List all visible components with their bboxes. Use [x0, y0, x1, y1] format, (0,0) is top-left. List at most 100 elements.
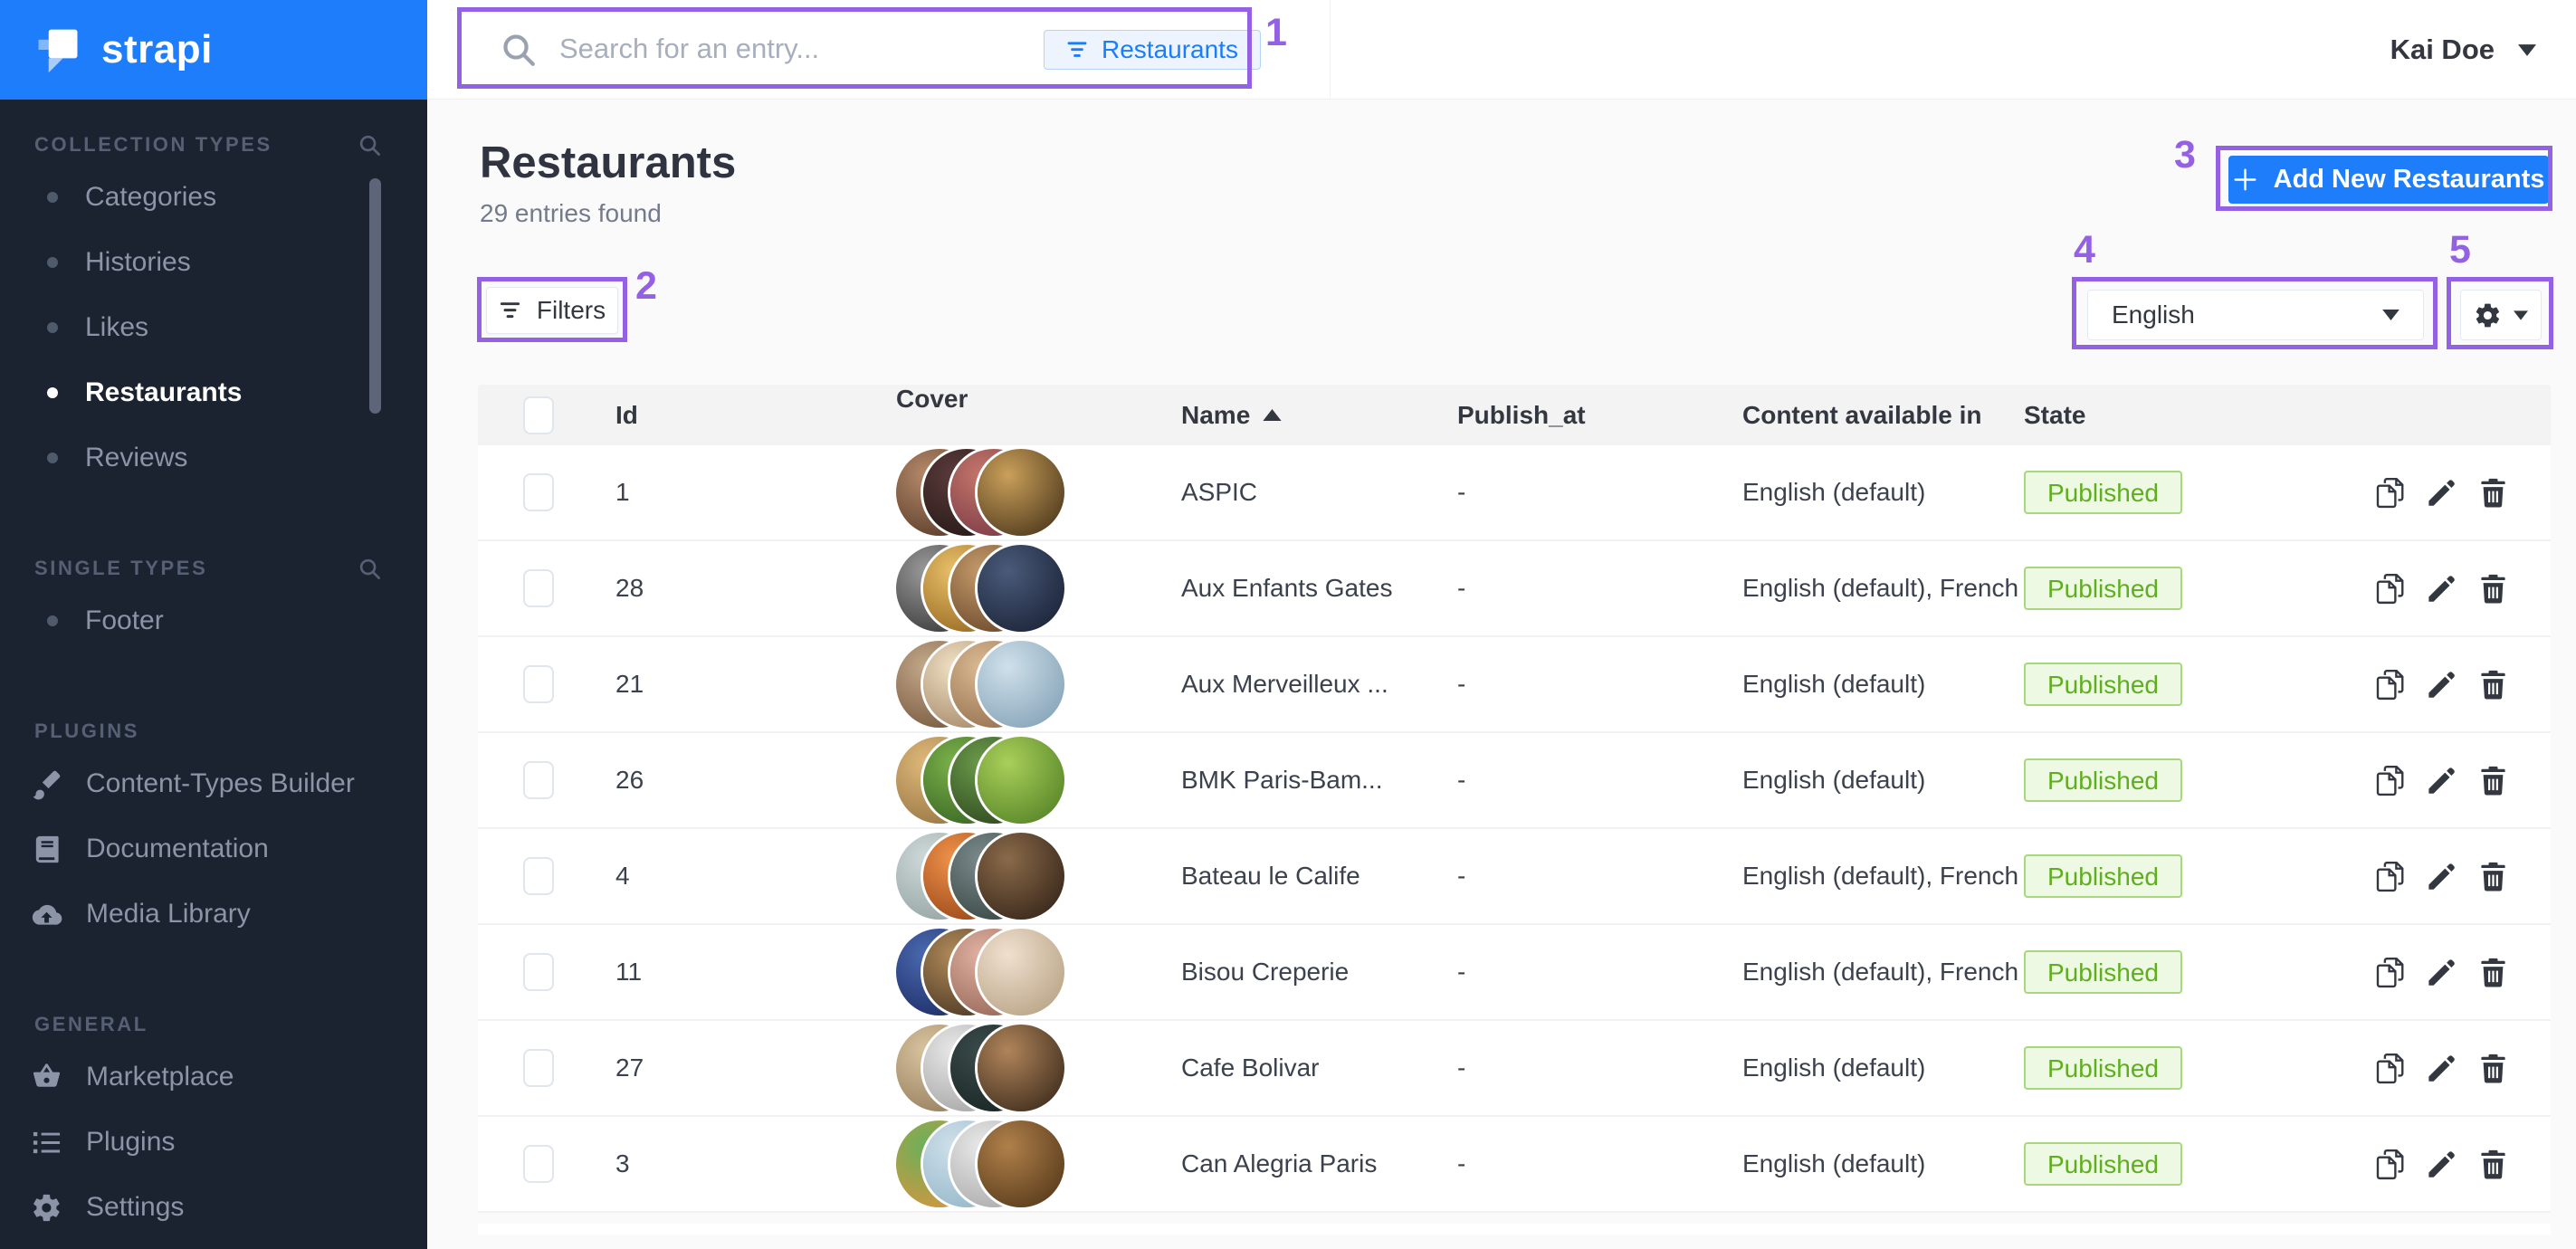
row-name-text: BMK Paris-Bam... [1181, 766, 1382, 795]
sort-asc-icon [1263, 409, 1282, 421]
status-badge: Published [2024, 758, 2182, 802]
row-actions [2241, 669, 2551, 701]
delete-icon[interactable] [2477, 1053, 2509, 1084]
column-header-content-available-in[interactable]: Content available in [1742, 401, 2024, 430]
duplicate-icon[interactable] [2374, 861, 2406, 892]
sidebar-item-histories[interactable]: Histories [0, 230, 427, 295]
cover-image [978, 641, 1064, 728]
row-select-cell [478, 569, 615, 607]
sidebar-item-plugins[interactable]: Plugins [0, 1110, 427, 1175]
sidebar-item-media-library[interactable]: Media Library [0, 882, 427, 947]
search-filter-chip[interactable]: Restaurants [1044, 30, 1261, 70]
filter-icon [1066, 40, 1088, 60]
table-row[interactable]: 26BMK Paris-Bam...-English (default)Publ… [478, 733, 2551, 829]
table-row[interactable]: 3Can Alegria Paris-English (default)Publ… [478, 1117, 2551, 1213]
brush-icon [31, 768, 62, 800]
delete-icon[interactable] [2477, 477, 2509, 509]
edit-icon[interactable] [2426, 1053, 2457, 1084]
row-checkbox[interactable] [523, 569, 554, 607]
locale-select[interactable]: English [2087, 290, 2424, 340]
row-content-available-in: English (default) [1742, 478, 2024, 507]
row-checkbox[interactable] [523, 857, 554, 895]
table-row[interactable]: 27Cafe Bolivar-English (default)Publishe… [478, 1021, 2551, 1117]
sidebar-item-reviews[interactable]: Reviews [0, 425, 427, 491]
row-checkbox[interactable] [523, 665, 554, 703]
delete-icon[interactable] [2477, 669, 2509, 701]
delete-icon[interactable] [2477, 573, 2509, 605]
filters-button[interactable]: Filters [486, 287, 618, 334]
duplicate-icon[interactable] [2374, 765, 2406, 796]
add-new-restaurants-button[interactable]: Add New Restaurants [2228, 156, 2549, 204]
user-menu[interactable]: Kai Doe [2390, 0, 2536, 100]
edit-icon[interactable] [2426, 669, 2457, 701]
select-all-checkbox[interactable] [523, 396, 554, 434]
sidebar-item-footer[interactable]: Footer [0, 588, 427, 653]
delete-icon[interactable] [2477, 1149, 2509, 1180]
row-checkbox[interactable] [523, 473, 554, 511]
book-icon [31, 834, 62, 865]
bullet-icon [47, 453, 58, 463]
search-icon[interactable] [358, 557, 382, 581]
table-row[interactable]: 11Bisou Creperie-English (default), Fren… [478, 925, 2551, 1021]
sidebar-item-restaurants[interactable]: Restaurants [0, 360, 427, 425]
topbar: Search for an entry... Restaurants Kai D… [427, 0, 2576, 100]
sidebar-item-content-types-builder[interactable]: Content-Types Builder [0, 751, 427, 816]
edit-icon[interactable] [2426, 765, 2457, 796]
row-checkbox[interactable] [523, 1049, 554, 1087]
row-checkbox[interactable] [523, 953, 554, 991]
column-header-state[interactable]: State [2024, 401, 2241, 430]
sidebar-item-marketplace[interactable]: Marketplace [0, 1044, 427, 1110]
duplicate-icon[interactable] [2374, 573, 2406, 605]
column-header-name[interactable]: Name [1181, 401, 1457, 430]
cover-image [978, 449, 1064, 536]
edit-icon[interactable] [2426, 957, 2457, 988]
row-checkbox[interactable] [523, 1145, 554, 1183]
row-actions [2241, 957, 2551, 988]
sidebar-item-categories[interactable]: Categories [0, 165, 427, 230]
duplicate-icon[interactable] [2374, 477, 2406, 509]
row-id: 4 [615, 862, 896, 891]
sidebar-section-title: PLUGINS [34, 720, 139, 743]
sidebar-item-settings[interactable]: Settings [0, 1175, 427, 1240]
table-row[interactable]: 4Bateau le Calife-English (default), Fre… [478, 829, 2551, 925]
duplicate-icon[interactable] [2374, 957, 2406, 988]
sidebar-item-documentation[interactable]: Documentation [0, 816, 427, 882]
strapi-logo[interactable]: strapi [0, 0, 427, 100]
duplicate-icon[interactable] [2374, 1149, 2406, 1180]
row-state: Published [2024, 663, 2241, 706]
sidebar-scrollbar[interactable] [369, 178, 381, 414]
edit-icon[interactable] [2426, 573, 2457, 605]
column-header-cover[interactable]: Cover [896, 385, 1181, 445]
table-row[interactable]: 1ASPIC-English (default)Published [478, 445, 2551, 541]
delete-icon[interactable] [2477, 861, 2509, 892]
edit-icon[interactable] [2426, 861, 2457, 892]
global-search-input[interactable]: Search for an entry... Restaurants [427, 0, 1331, 100]
search-icon[interactable] [358, 133, 382, 157]
column-header-publish-at[interactable]: Publish_at [1457, 401, 1742, 430]
edit-icon[interactable] [2426, 1149, 2457, 1180]
row-content-available-in: English (default) [1742, 670, 2024, 699]
annotation-label-5: 5 [2449, 228, 2471, 272]
view-settings-button[interactable] [2460, 290, 2542, 340]
row-actions [2241, 765, 2551, 796]
bullet-icon [47, 615, 58, 626]
bullet-icon [47, 192, 58, 203]
table-row[interactable]: 28Aux Enfants Gates-English (default), F… [478, 541, 2551, 637]
row-name: Bateau le Calife [1181, 862, 1457, 891]
sidebar-item-likes[interactable]: Likes [0, 295, 427, 360]
row-cover [896, 445, 1181, 539]
row-id: 28 [615, 574, 896, 603]
delete-icon[interactable] [2477, 765, 2509, 796]
column-header-id[interactable]: Id [615, 401, 896, 430]
delete-icon[interactable] [2477, 957, 2509, 988]
sidebar-item-label: Media Library [86, 899, 251, 930]
user-name: Kai Doe [2390, 33, 2495, 66]
table-row[interactable]: 21Aux Merveilleux ...-English (default)P… [478, 637, 2551, 733]
row-id: 3 [615, 1149, 896, 1178]
row-checkbox[interactable] [523, 761, 554, 799]
row-state: Published [2024, 1142, 2241, 1186]
duplicate-icon[interactable] [2374, 669, 2406, 701]
edit-icon[interactable] [2426, 477, 2457, 509]
row-name-text: Bisou Creperie [1181, 958, 1349, 987]
duplicate-icon[interactable] [2374, 1053, 2406, 1084]
